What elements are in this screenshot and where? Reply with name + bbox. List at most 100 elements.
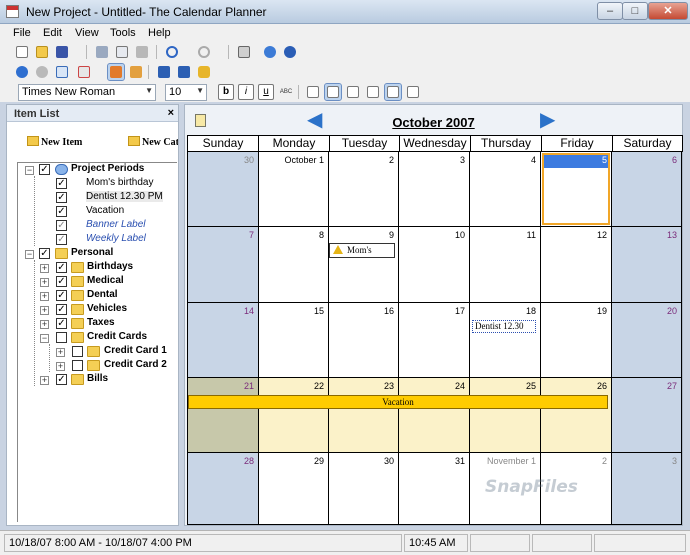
save-icon[interactable] xyxy=(54,44,70,60)
day-cell[interactable]: 28 xyxy=(188,453,259,525)
event-moms-birthday[interactable]: Mom's xyxy=(329,243,395,258)
day-cell[interactable]: 13 xyxy=(612,227,682,303)
day-cell[interactable]: October 1 xyxy=(259,152,329,227)
expand-icon[interactable]: + xyxy=(40,278,49,287)
menu-help[interactable]: Help xyxy=(148,27,171,39)
checkbox-checked-icon[interactable]: ✓ xyxy=(56,276,67,287)
lock-icon[interactable] xyxy=(196,64,212,80)
checkbox-checked-icon[interactable]: ✓ xyxy=(56,318,67,329)
day-cell[interactable]: 3 xyxy=(399,152,470,227)
collapse-icon[interactable]: − xyxy=(25,166,34,175)
tree-node-taxes[interactable]: + ✓ Taxes xyxy=(18,317,177,331)
day-cell[interactable]: 10 xyxy=(399,227,470,303)
event-vacation-banner[interactable]: Vacation xyxy=(188,395,608,409)
tree-node-credit-card-1[interactable]: + Credit Card 1 xyxy=(18,345,177,359)
next-month-arrow-icon[interactable]: ▶ xyxy=(540,110,555,130)
day-cell[interactable]: 5 xyxy=(541,152,612,227)
tree-node-vehicles[interactable]: + ✓ Vehicles xyxy=(18,303,177,317)
day-cell[interactable]: 22 xyxy=(259,378,329,453)
day-cell[interactable]: 8 xyxy=(259,227,329,303)
new-item-button[interactable]: New Item xyxy=(27,136,82,148)
align-center-icon[interactable] xyxy=(324,83,342,101)
day-cell[interactable]: 11 xyxy=(470,227,541,303)
tree-node-weekly-label[interactable]: ✓ Weekly Label xyxy=(18,233,177,247)
bold-button[interactable]: b xyxy=(218,84,234,100)
tree-node-dental[interactable]: + ✓ Dental xyxy=(18,289,177,303)
checkbox-checked-icon[interactable]: ✓ xyxy=(39,248,50,259)
day-cell[interactable]: 2 xyxy=(329,152,399,227)
new-document-icon[interactable] xyxy=(14,44,30,60)
minimize-button[interactable]: – xyxy=(597,2,623,20)
day-cell[interactable]: 14 xyxy=(188,303,259,378)
info-icon[interactable] xyxy=(262,44,278,60)
valign-bottom-icon[interactable] xyxy=(405,84,421,100)
new-category-button[interactable]: New Cat xyxy=(128,136,178,148)
tree-node-dentist[interactable]: ✓ Dentist 12.30 PM xyxy=(18,191,177,205)
day-cell[interactable]: 21 xyxy=(188,378,259,453)
menu-view[interactable]: View xyxy=(75,27,99,39)
tree-node-moms-birthday[interactable]: ✓ Mom's birthday xyxy=(18,177,177,191)
day-cell[interactable]: 30 xyxy=(329,453,399,525)
checkbox-checked-icon[interactable]: ✓ xyxy=(56,192,67,203)
font-size-select[interactable]: 10 ▼ xyxy=(165,84,207,101)
close-button[interactable]: ✕ xyxy=(648,2,688,20)
collapse-icon[interactable]: − xyxy=(25,250,34,259)
checkbox-checked-icon[interactable]: ✓ xyxy=(39,164,50,175)
day-cell[interactable]: 17 xyxy=(399,303,470,378)
tree-node-banner-label[interactable]: ✓ Banner Label xyxy=(18,219,177,233)
spellcheck-button[interactable]: ABC xyxy=(278,84,294,100)
italic-button[interactable]: i xyxy=(238,84,254,100)
maximize-button[interactable]: □ xyxy=(622,2,648,20)
tree-node-vacation[interactable]: ✓ Vacation xyxy=(18,205,177,219)
day-cell[interactable]: 27 xyxy=(612,378,682,453)
day-cell[interactable]: 25 xyxy=(470,378,541,453)
font-family-select[interactable]: Times New Roman ▼ xyxy=(18,84,156,101)
expand-icon[interactable]: + xyxy=(56,362,65,371)
checkbox-checked-icon[interactable]: ✓ xyxy=(56,290,67,301)
tree-node-bills[interactable]: + ✓ Bills xyxy=(18,373,177,387)
valign-top-icon[interactable] xyxy=(365,84,381,100)
day-cell[interactable]: 23 xyxy=(329,378,399,453)
checkbox-unchecked-icon[interactable] xyxy=(72,360,83,371)
day-view-icon[interactable] xyxy=(54,64,70,80)
expand-icon[interactable]: + xyxy=(56,348,65,357)
tree-node-credit-card-2[interactable]: + Credit Card 2 xyxy=(18,359,177,373)
checkbox-checked-icon[interactable]: ✓ xyxy=(56,206,67,217)
print-icon[interactable] xyxy=(236,44,252,60)
tree-node-credit-cards[interactable]: − Credit Cards xyxy=(18,331,177,345)
day-cell[interactable]: 4 xyxy=(470,152,541,227)
month-view-icon[interactable] xyxy=(107,63,125,81)
previous-month-arrow-icon[interactable]: ◀ xyxy=(307,110,322,130)
day-cell[interactable]: 12 xyxy=(541,227,612,303)
day-cell[interactable]: 26 xyxy=(541,378,612,453)
checkbox-unchecked-icon[interactable] xyxy=(72,346,83,357)
expand-icon[interactable]: + xyxy=(40,376,49,385)
redo-icon[interactable] xyxy=(196,44,212,60)
expand-icon[interactable]: + xyxy=(40,264,49,273)
undo-icon[interactable] xyxy=(164,44,180,60)
back-icon[interactable] xyxy=(14,64,30,80)
expand-icon[interactable]: + xyxy=(40,292,49,301)
day-cell[interactable]: 30 xyxy=(188,152,259,227)
day-cell[interactable]: 18 xyxy=(470,303,541,378)
align-left-icon[interactable] xyxy=(305,84,321,100)
checkbox-checked-icon[interactable]: ✓ xyxy=(56,220,67,231)
help-pointer-icon[interactable] xyxy=(282,44,298,60)
month-title[interactable]: October 2007 xyxy=(185,115,682,130)
valign-middle-icon[interactable] xyxy=(384,83,402,101)
expand-icon[interactable]: + xyxy=(40,320,49,329)
year-view-icon[interactable] xyxy=(128,64,144,80)
day-cell[interactable]: 19 xyxy=(541,303,612,378)
tree-node-medical[interactable]: + ✓ Medical xyxy=(18,275,177,289)
day-cell[interactable]: 3 xyxy=(612,453,682,525)
day-cell[interactable]: 9 xyxy=(329,227,399,303)
day-cell[interactable]: 24 xyxy=(399,378,470,453)
close-icon[interactable]: × xyxy=(168,107,174,119)
tree-node-project-periods[interactable]: − ✓ Project Periods xyxy=(18,163,177,177)
collapse-icon[interactable]: − xyxy=(40,334,49,343)
day-cell[interactable]: 6 xyxy=(612,152,682,227)
day-cell[interactable]: 7 xyxy=(188,227,259,303)
checkbox-checked-icon[interactable]: ✓ xyxy=(56,262,67,273)
paste-icon[interactable] xyxy=(134,44,150,60)
event-dentist[interactable]: Dentist 12.30 xyxy=(472,320,536,333)
